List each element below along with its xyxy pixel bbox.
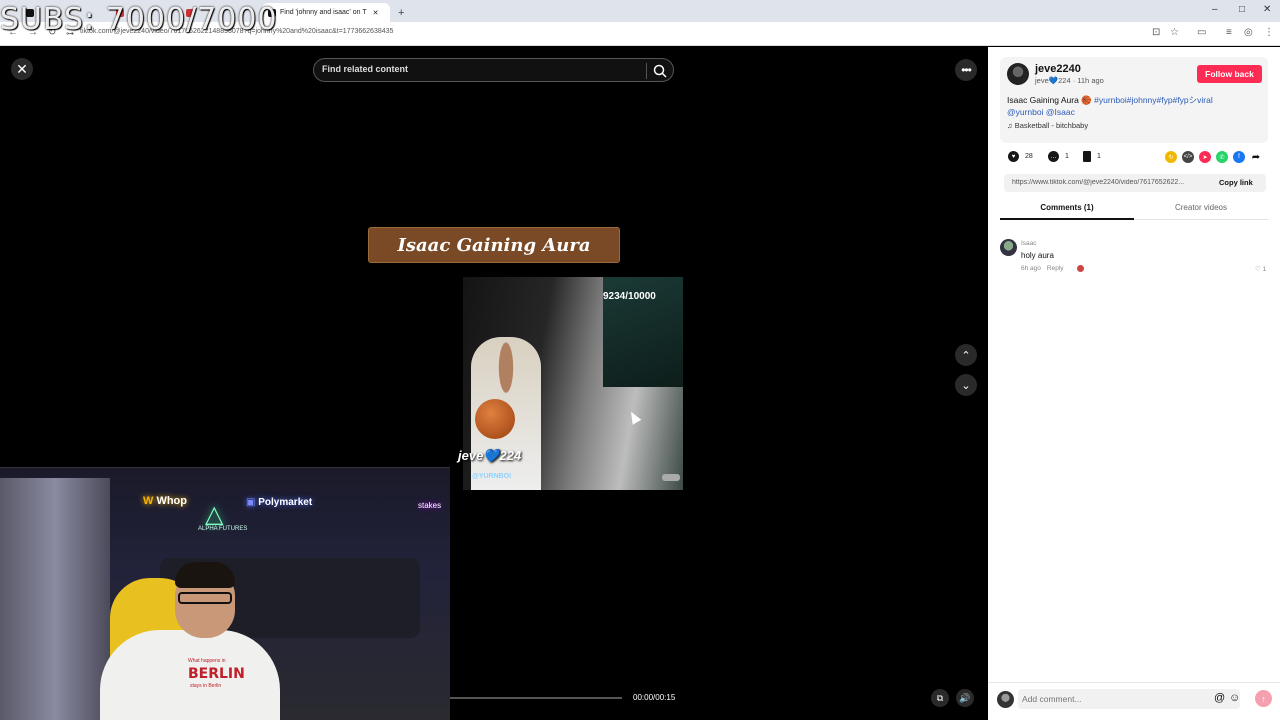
commenter-avatar[interactable] <box>1000 239 1017 256</box>
install-icon[interactable]: ⊡ <box>1152 27 1160 38</box>
tab-comments[interactable]: Comments (1) <box>1000 202 1134 220</box>
search-bar[interactable]: Find related content <box>313 58 674 82</box>
caption-hashtags[interactable]: #yurnboi#johnny#fyp#fypシviral <box>1094 95 1213 105</box>
browser-tab-active[interactable]: Find 'johnny and isaac' on T ✕ <box>262 3 390 22</box>
webcam-overlay: What happens in BERLIN stays in Berlin W… <box>0 467 450 720</box>
comment-item: Isaac holy aura 6h ago Reply ♡ 1 <box>1000 239 1268 275</box>
profile-icon[interactable]: ◎ <box>1244 27 1253 38</box>
video-time: 00:00/00:15 <box>633 693 676 702</box>
webcam-streamer <box>90 562 280 720</box>
emoji-icon[interactable]: ☺ <box>1229 692 1240 704</box>
whop-logo: W Whop <box>143 495 187 507</box>
new-tab-button[interactable]: + <box>392 3 412 22</box>
facebook-icon[interactable]: f <box>1233 151 1245 163</box>
follow-back-button[interactable]: Follow back <box>1197 65 1262 83</box>
alpha-futures-logo-icon: △ <box>205 501 224 528</box>
share-link-url[interactable]: https://www.tiktok.com/@jeve2240/video/7… <box>1012 179 1210 186</box>
send-comment-icon[interactable]: ↑ <box>1255 690 1272 707</box>
panel-tabs: Comments (1) Creator videos <box>1000 202 1268 220</box>
whatsapp-icon[interactable]: ✆ <box>1216 151 1228 163</box>
reply-button[interactable]: Reply <box>1047 265 1064 272</box>
streamer-glasses <box>178 592 232 604</box>
tab-close-icon[interactable]: ✕ <box>373 9 379 17</box>
author-avatar[interactable] <box>1007 63 1029 85</box>
comment-composer: @ ☺ ↑ <box>988 682 1280 720</box>
commenter-username[interactable]: Isaac <box>1021 240 1037 247</box>
maximize-icon[interactable]: □ <box>1239 4 1245 15</box>
mention-icon[interactable]: @ <box>1214 692 1225 704</box>
volume-icon[interactable]: 🔊 <box>956 689 974 707</box>
polymarket-logo: ▣ Polymarket <box>246 497 313 508</box>
extensions-icon[interactable]: ▭ <box>1197 27 1206 38</box>
send-to-friends-icon[interactable]: ➤ <box>1199 151 1211 163</box>
tab-creator-videos[interactable]: Creator videos <box>1134 202 1268 220</box>
more-options-button[interactable]: ••• <box>955 59 977 81</box>
copy-link-button[interactable]: Copy link <box>1219 178 1253 187</box>
alpha-futures-logo-text: ALPHA FUTURES <box>198 526 248 532</box>
heart-icon: ♥ <box>1008 151 1019 162</box>
author-nickname-time: jeve💙224 · 11h ago <box>1035 76 1104 85</box>
bookmark-icon <box>1083 151 1091 162</box>
embed-icon[interactable]: </> <box>1182 151 1194 163</box>
media-icon[interactable]: ≡ <box>1226 27 1232 38</box>
picture-in-picture-icon[interactable] <box>662 474 680 481</box>
floating-player-icon[interactable]: ⧉ <box>931 689 949 707</box>
music-note-icon: ♫ <box>1007 121 1015 130</box>
comment-button[interactable]: … 1 <box>1048 151 1069 162</box>
comment-text: holy aura <box>1021 251 1054 260</box>
comment-icon: … <box>1048 151 1059 162</box>
video-caption: Isaac Gaining Aura 🏀 #yurnboi#johnny#fyp… <box>1007 95 1213 117</box>
basketball <box>475 399 515 439</box>
bookmark-star-icon[interactable]: ☆ <box>1170 27 1179 38</box>
video-details-panel: jeve2240 jeve💙224 · 11h ago Follow back … <box>988 47 1280 720</box>
video-title-banner: Isaac Gaining Aura <box>368 227 620 263</box>
creator-liked-avatar <box>1076 264 1085 273</box>
author-username[interactable]: jeve2240 <box>1035 63 1081 75</box>
subs-counter-overlay: SUBS: 7000/7000 <box>0 2 278 37</box>
add-comment-input[interactable] <box>1018 689 1240 709</box>
video-watermark-handle: @YURNBOI <box>472 473 512 480</box>
search-icon[interactable] <box>652 63 668 79</box>
heart-outline-icon: ♡ <box>1255 266 1261 273</box>
search-input[interactable]: Find related content <box>322 64 408 74</box>
share-arrow-icon[interactable]: ➦ <box>1250 151 1262 163</box>
caption-mentions[interactable]: @yurnboi @Isaac <box>1007 107 1075 117</box>
streamer-hair <box>175 562 235 588</box>
save-button[interactable]: 1 <box>1083 151 1101 162</box>
menu-icon[interactable]: ⋮ <box>1264 27 1274 38</box>
music-link[interactable]: ♫ Basketball - bitchbaby <box>1007 121 1088 130</box>
shirt-text-main: BERLIN <box>188 666 245 682</box>
comment-meta: 6h ago Reply <box>1021 265 1064 272</box>
share-link-box: https://www.tiktok.com/@jeve2240/video/7… <box>1004 174 1266 192</box>
stake-logo: stakes <box>418 501 442 510</box>
action-row: ♥ 28 … 1 1 ↻ </> ➤ ✆ f ➦ <box>1008 151 1268 165</box>
previous-video-button[interactable]: ⌃ <box>955 344 977 366</box>
comment-like-button[interactable]: ♡ 1 <box>1255 265 1266 273</box>
close-button[interactable]: ✕ <box>11 58 33 80</box>
current-user-avatar <box>997 691 1014 708</box>
video-watermark-name: jeve💙224 <box>458 448 522 463</box>
search-divider <box>646 63 647 79</box>
video-info-card: jeve2240 jeve💙224 · 11h ago Follow back … <box>1000 57 1268 143</box>
shirt-text-bottom: stays in Berlin <box>190 683 222 689</box>
video-progress-bar[interactable] <box>450 697 622 699</box>
repost-icon[interactable]: ↻ <box>1165 151 1177 163</box>
like-button[interactable]: ♥ 28 <box>1008 151 1033 162</box>
window-close-icon[interactable]: ✕ <box>1263 4 1271 15</box>
next-video-button[interactable]: ⌄ <box>955 374 977 396</box>
shirt-text-top: What happens in <box>188 658 226 664</box>
video-counter: 9234/10000 <box>603 291 656 302</box>
minimize-icon[interactable]: – <box>1212 4 1218 15</box>
